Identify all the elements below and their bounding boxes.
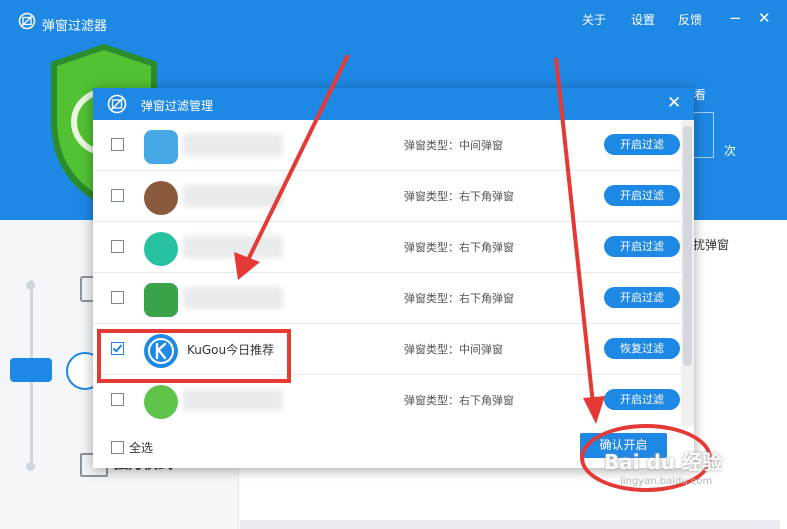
blurred-app-name bbox=[183, 134, 283, 156]
enable-filter-button[interactable]: 开启过滤 bbox=[604, 287, 680, 308]
row-checkbox[interactable] bbox=[111, 240, 124, 253]
window-close-button[interactable]: ✕ bbox=[758, 9, 771, 27]
nav-feedback[interactable]: 反馈 bbox=[678, 11, 702, 28]
blurred-app-name bbox=[183, 236, 283, 258]
app-thumbnail bbox=[144, 283, 178, 317]
enable-filter-button[interactable]: 开启过滤 bbox=[604, 134, 680, 155]
dialog-logo-icon bbox=[107, 94, 127, 114]
row-checkbox[interactable] bbox=[111, 393, 124, 406]
highlight-box bbox=[97, 329, 291, 383]
nav-about[interactable]: 关于 bbox=[582, 11, 606, 28]
stats-label: 看 bbox=[694, 88, 707, 102]
popup-type: 弹窗类型：右下角弹窗 bbox=[404, 394, 514, 407]
enable-filter-button[interactable]: 开启过滤 bbox=[604, 236, 680, 257]
blurred-app-name bbox=[183, 389, 283, 411]
list-item[interactable]: 弹窗类型：右下角弹窗 开启过滤 bbox=[93, 222, 681, 273]
slider-handle[interactable] bbox=[10, 358, 52, 382]
minimize-button[interactable]: − bbox=[729, 9, 742, 27]
select-all-label[interactable]: 全选 bbox=[129, 439, 153, 456]
enable-filter-button[interactable]: 开启过滤 bbox=[604, 389, 680, 410]
blurred-app-name bbox=[183, 185, 283, 207]
slider-dot[interactable] bbox=[26, 281, 35, 290]
restore-filter-button[interactable]: 恢复过滤 bbox=[604, 338, 680, 359]
stats-unit: 次 bbox=[724, 144, 737, 158]
app-logo-icon bbox=[18, 12, 36, 30]
list-item[interactable]: 弹窗类型：右下角弹窗 开启过滤 bbox=[93, 171, 681, 222]
list-item[interactable]: 弹窗类型：中间弹窗 开启过滤 bbox=[93, 120, 681, 171]
popup-type: 弹窗类型：右下角弹窗 bbox=[404, 190, 514, 203]
popup-type: 弹窗类型：右下角弹窗 bbox=[404, 292, 514, 305]
app-thumbnail bbox=[144, 130, 178, 164]
list-item[interactable]: 弹窗类型：右下角弹窗 开启过滤 bbox=[93, 273, 681, 324]
watermark-url: jingyan.baidu.com bbox=[620, 476, 713, 487]
popup-type: 弹窗类型：中间弹窗 bbox=[404, 139, 503, 152]
harass-popup-label: 扰弹窗 bbox=[693, 238, 730, 252]
watermark-logo: Bai du 经验 bbox=[604, 450, 723, 474]
dialog-close-button[interactable]: ✕ bbox=[667, 93, 681, 113]
app-thumbnail bbox=[144, 181, 178, 215]
popup-type: 弹窗类型：右下角弹窗 bbox=[404, 241, 514, 254]
row-checkbox[interactable] bbox=[111, 189, 124, 202]
row-checkbox[interactable] bbox=[111, 291, 124, 304]
app-thumbnail bbox=[144, 385, 178, 419]
app-thumbnail bbox=[144, 232, 178, 266]
enable-filter-button[interactable]: 开启过滤 bbox=[604, 185, 680, 206]
bottom-setting-row bbox=[240, 520, 780, 529]
scrollbar-thumb[interactable] bbox=[683, 126, 692, 366]
app-title: 弹窗过滤器 bbox=[42, 19, 108, 34]
dialog-title: 弹窗过滤管理 bbox=[141, 99, 214, 113]
nav-settings[interactable]: 设置 bbox=[631, 11, 655, 28]
select-all-checkbox[interactable] bbox=[111, 441, 124, 454]
row-checkbox[interactable] bbox=[111, 138, 124, 151]
blurred-app-name bbox=[183, 287, 283, 309]
popup-filter-dialog: 弹窗过滤管理 ✕ 弹窗类型：中间弹窗 开启过滤 弹窗类型：右下角弹窗 开启过滤 … bbox=[93, 88, 694, 468]
popup-type: 弹窗类型：中间弹窗 bbox=[404, 343, 503, 356]
slider-dot[interactable] bbox=[26, 462, 35, 471]
